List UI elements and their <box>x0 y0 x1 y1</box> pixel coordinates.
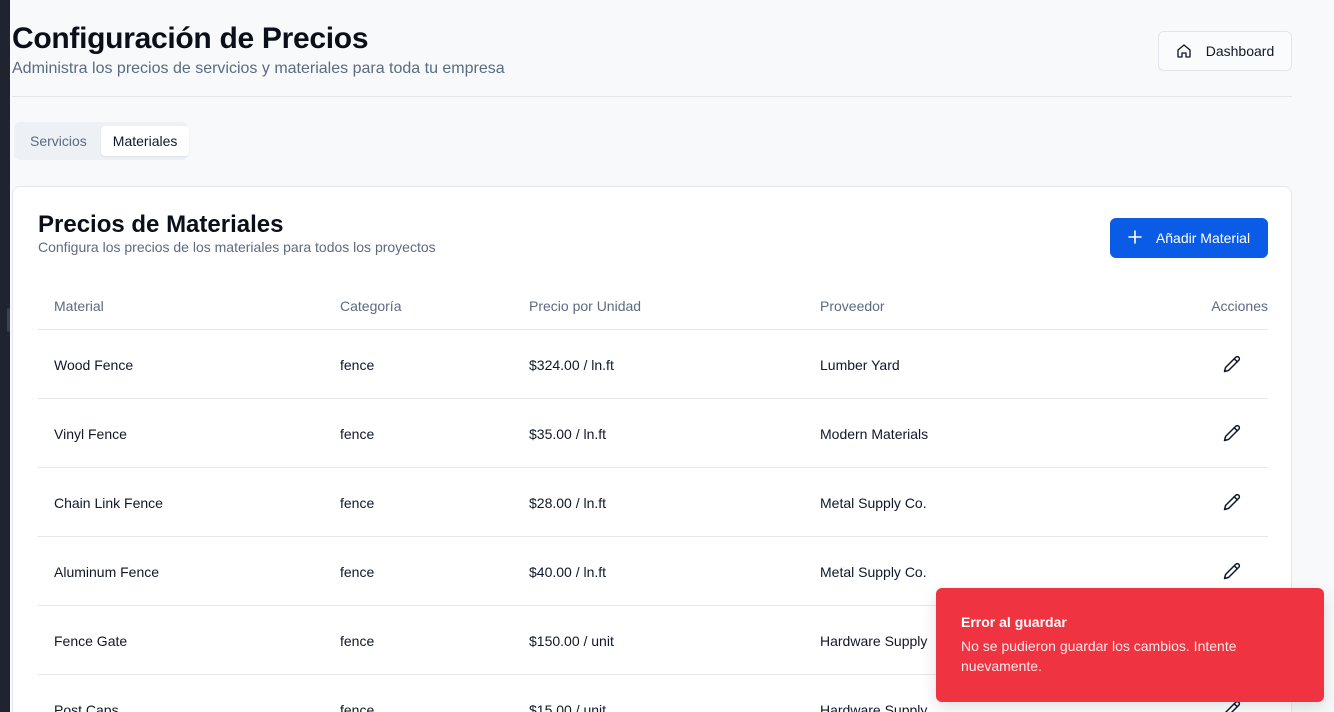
column-header-actions: Acciones <box>1211 298 1268 314</box>
material-name: Vinyl Fence <box>54 426 127 442</box>
window-edge <box>0 0 10 712</box>
tab-materiales[interactable]: Materiales <box>100 126 190 156</box>
material-name: Chain Link Fence <box>54 495 163 511</box>
material-supplier: Metal Supply Co. <box>820 495 927 511</box>
add-material-button[interactable]: Añadir Material <box>1110 218 1268 258</box>
page-header: Configuración de Precios Administra los … <box>12 22 1292 97</box>
material-supplier: Hardware Supply <box>820 702 928 712</box>
material-category: fence <box>340 357 375 373</box>
error-toast[interactable]: Error al guardar No se pudieron guardar … <box>936 588 1324 702</box>
dashboard-label: Dashboard <box>1205 43 1275 59</box>
material-price: $40.00 / ln.ft <box>529 564 607 580</box>
material-category: fence <box>340 564 375 580</box>
material-category: fence <box>340 426 375 442</box>
material-category: fence <box>340 702 375 712</box>
table-row: Wood Fence fence $324.00 / ln.ft Lumber … <box>38 330 1268 399</box>
tabs: Servicios Materiales <box>14 122 190 160</box>
edit-pencil-icon[interactable] <box>1223 562 1241 580</box>
material-name: Wood Fence <box>54 357 134 373</box>
material-price: $150.00 / unit <box>529 633 614 649</box>
material-supplier: Modern Materials <box>820 426 929 442</box>
material-category: fence <box>340 495 375 511</box>
material-name: Post Caps <box>54 702 119 712</box>
table-header: Material Categoría Precio por Unidad Pro… <box>38 285 1268 330</box>
material-name: Aluminum Fence <box>54 564 160 580</box>
table-row: Vinyl Fence fence $35.00 / ln.ft Modern … <box>38 399 1268 468</box>
material-category: fence <box>340 633 375 649</box>
plus-icon <box>1128 229 1142 247</box>
dashboard-button[interactable]: Dashboard <box>1158 31 1292 71</box>
table-row: Chain Link Fence fence $28.00 / ln.ft Me… <box>38 468 1268 537</box>
card-subtitle: Configura los precios de los materiales … <box>38 239 436 255</box>
toast-title: Error al guardar <box>961 614 1067 630</box>
material-supplier: Metal Supply Co. <box>820 564 927 580</box>
home-icon <box>1176 43 1192 59</box>
add-material-label: Añadir Material <box>1155 230 1251 246</box>
tab-servicios[interactable]: Servicios <box>18 126 99 156</box>
material-price: $28.00 / ln.ft <box>529 495 607 511</box>
material-price: $35.00 / ln.ft <box>529 426 607 442</box>
column-header-category: Categoría <box>340 298 402 314</box>
page-title: Configuración de Precios <box>12 22 369 55</box>
page-subtitle: Administra los precios de servicios y ma… <box>12 60 505 77</box>
material-price: $15.00 / unit <box>529 702 607 712</box>
card-title: Precios de Materiales <box>38 211 284 238</box>
material-price: $324.00 / ln.ft <box>529 357 614 373</box>
column-header-price: Precio por Unidad <box>529 298 642 314</box>
resize-handle[interactable] <box>7 308 10 332</box>
edit-pencil-icon[interactable] <box>1223 355 1241 373</box>
material-supplier: Lumber Yard <box>820 357 900 373</box>
material-supplier: Hardware Supply <box>820 633 928 649</box>
header-divider <box>12 96 1292 97</box>
toast-message: No se pudieron guardar los cambios. Inte… <box>961 638 1237 674</box>
column-header-supplier: Proveedor <box>820 298 885 314</box>
edit-pencil-icon[interactable] <box>1223 493 1241 511</box>
column-header-material: Material <box>54 298 104 314</box>
material-name: Fence Gate <box>54 633 128 649</box>
edit-pencil-icon[interactable] <box>1223 424 1241 442</box>
